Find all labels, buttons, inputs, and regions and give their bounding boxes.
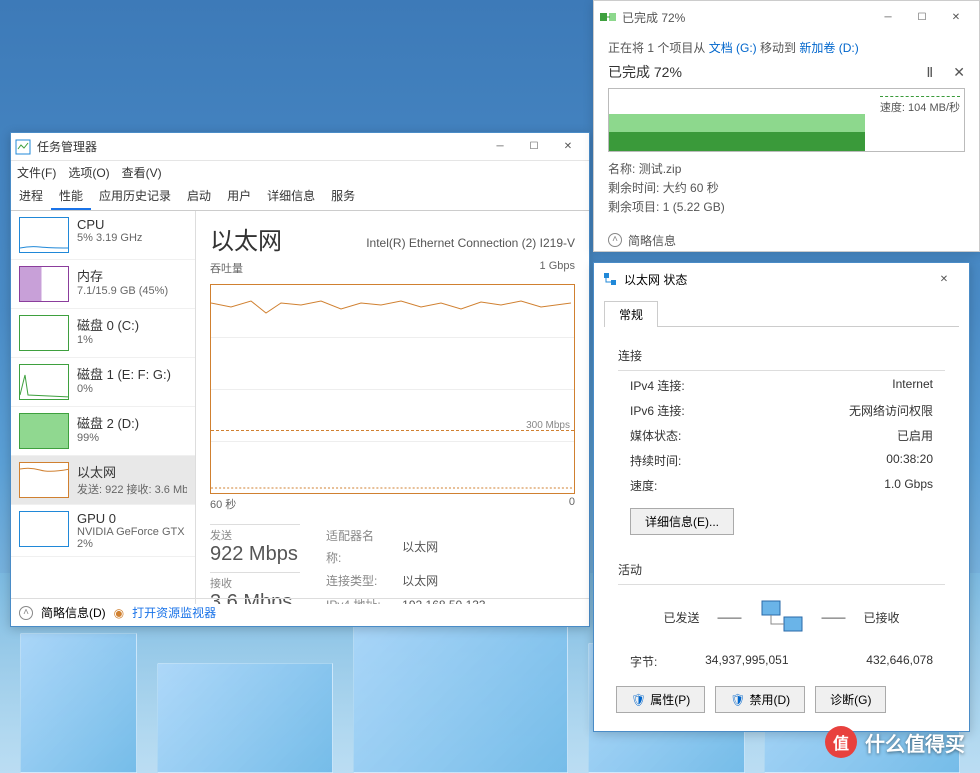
sidebar-item-disk0[interactable]: 磁盘 0 (C:)1%: [11, 309, 195, 358]
performance-main: 以太网 Intel(R) Ethernet Connection (2) I21…: [196, 211, 589, 604]
disk2-thumb: [19, 413, 69, 449]
menu-file[interactable]: 文件(F): [17, 164, 56, 181]
watermark: 值 什么值得买: [825, 726, 965, 758]
tab-performance[interactable]: 性能: [51, 183, 91, 210]
copy-meta: 名称: 测试.zip 剩余时间: 大约 60 秒 剩余项目: 1 (5.22 G…: [594, 152, 979, 226]
disable-button[interactable]: 🛡禁用(D): [715, 686, 805, 713]
brief-info-link[interactable]: 简略信息: [628, 232, 676, 249]
window-title: 已完成 72%: [622, 9, 871, 26]
performance-sidebar: CPU5% 3.19 GHz 内存7.1/15.9 GB (45%) 磁盘 0 …: [11, 211, 196, 604]
sidebar-item-memory[interactable]: 内存7.1/15.9 GB (45%): [11, 260, 195, 309]
window-title: 以太网 状态: [624, 271, 927, 288]
watermark-icon: 值: [825, 726, 857, 758]
send-value: 922 Mbps: [210, 543, 300, 566]
send-line: [211, 295, 571, 315]
tab-bar: 进程 性能 应用历史记录 启动 用户 详细信息 服务: [11, 183, 589, 211]
computers-icon: [760, 599, 804, 635]
ipv4-value: Internet: [892, 377, 933, 394]
ethernet-thumb: [19, 462, 69, 498]
copy-icon: [600, 11, 616, 23]
disk1-thumb: [19, 364, 69, 400]
menubar: 文件(F) 选项(O) 查看(V): [11, 161, 589, 183]
x-left: 60 秒: [210, 496, 236, 512]
shield-icon: 🛡: [730, 693, 745, 707]
tab-processes[interactable]: 进程: [11, 183, 51, 210]
details-button[interactable]: 详细信息(E)...: [630, 508, 734, 535]
shield-icon: 🛡: [631, 693, 646, 707]
sidebar-item-gpu[interactable]: GPU 0NVIDIA GeForce GTX …2%: [11, 505, 195, 557]
mid-label: 300 Mbps: [526, 420, 570, 431]
send-label: 发送: [210, 524, 300, 543]
ipv6-value: 无网络访问权限: [849, 402, 933, 419]
ethernet-chart[interactable]: 300 Mbps: [210, 284, 575, 494]
close-button[interactable]: ✕: [939, 5, 973, 29]
brief-info-link[interactable]: 简略信息(D): [41, 604, 106, 621]
open-resmon-link[interactable]: 打开资源监视器: [132, 604, 216, 621]
tab-bar: 常规: [604, 301, 959, 327]
tab-users[interactable]: 用户: [219, 183, 259, 210]
menu-view[interactable]: 查看(V): [122, 164, 162, 181]
properties-button[interactable]: 🛡属性(P): [616, 686, 705, 713]
tab-details[interactable]: 详细信息: [259, 183, 323, 210]
speed-graph: 速度: 104 MB/秒: [608, 88, 965, 152]
titlebar[interactable]: 以太网 状态 ✕: [594, 263, 969, 295]
diagnose-button[interactable]: 诊断(G): [815, 686, 886, 713]
window-title: 任务管理器: [37, 138, 483, 155]
taskmgr-icon: [15, 139, 31, 155]
cancel-button[interactable]: ✕: [953, 64, 965, 81]
connection-label: 连接: [618, 347, 945, 364]
taskmgr-footer: ˄ 简略信息(D) ◉ 打开资源监视器: [11, 598, 589, 626]
copy-description: 正在将 1 个项目从 文档 (G:) 移动到 新加卷 (D:): [594, 33, 979, 62]
tab-startup[interactable]: 启动: [179, 183, 219, 210]
memory-thumb: [19, 266, 69, 302]
titlebar[interactable]: 任务管理器 ─ ☐ ✕: [11, 133, 589, 161]
dest-link[interactable]: 新加卷 (D:): [799, 41, 858, 55]
cpu-thumb: [19, 217, 69, 253]
sent-label: 已发送: [663, 609, 699, 626]
recv-line: [211, 485, 574, 491]
network-icon: [602, 271, 618, 287]
sidebar-item-disk2[interactable]: 磁盘 2 (D:)99%: [11, 407, 195, 456]
maximize-button[interactable]: ☐: [517, 135, 551, 159]
menu-options[interactable]: 选项(O): [68, 164, 109, 181]
close-button[interactable]: ✕: [927, 267, 961, 291]
speed-value: 1.0 Gbps: [884, 477, 933, 494]
file-copy-window: 已完成 72% ─ ☐ ✕ 正在将 1 个项目从 文档 (G:) 移动到 新加卷…: [593, 0, 980, 252]
tab-apphistory[interactable]: 应用历史记录: [91, 183, 179, 210]
sidebar-item-disk1[interactable]: 磁盘 1 (E: F: G:)0%: [11, 358, 195, 407]
watermark-text: 什么值得买: [865, 728, 965, 757]
close-button[interactable]: ✕: [551, 135, 585, 159]
chevron-up-icon[interactable]: ˄: [19, 606, 33, 620]
throughput-max: 1 Gbps: [540, 260, 575, 276]
throughput-label: 吞吐量: [210, 260, 243, 276]
source-link[interactable]: 文档 (G:): [709, 41, 757, 55]
recv-label: 已接收: [864, 609, 900, 626]
sidebar-item-ethernet[interactable]: 以太网发送: 922 接收: 3.6 Mbps: [11, 456, 195, 505]
task-manager-window: 任务管理器 ─ ☐ ✕ 文件(F) 选项(O) 查看(V) 进程 性能 应用历史…: [10, 132, 590, 627]
titlebar[interactable]: 已完成 72% ─ ☐ ✕: [594, 1, 979, 33]
gpu-thumb: [19, 511, 69, 547]
speed-label: 速度: 104 MB/秒: [880, 96, 960, 115]
progress-text: 已完成 72%: [608, 62, 926, 82]
tab-services[interactable]: 服务: [323, 183, 363, 210]
adapter-properties: 适配器名称:以太网 连接类型:以太网 IPv4 地址:192.168.50.13…: [324, 524, 575, 604]
sidebar-item-cpu[interactable]: CPU5% 3.19 GHz: [11, 211, 195, 260]
sent-bytes: 34,937,995,051: [657, 653, 836, 670]
disk0-thumb: [19, 315, 69, 351]
ethernet-status-window: 以太网 状态 ✕ 常规 连接 IPv4 连接:Internet IPv6 连接:…: [593, 262, 970, 732]
recv-bytes: 432,646,078: [866, 653, 933, 670]
x-right: 0: [569, 496, 575, 512]
pause-button[interactable]: Ⅱ: [926, 64, 933, 81]
media-value: 已启用: [897, 427, 933, 444]
minimize-button[interactable]: ─: [871, 5, 905, 29]
duration-value: 00:38:20: [886, 452, 933, 469]
maximize-button[interactable]: ☐: [905, 5, 939, 29]
adapter-description: Intel(R) Ethernet Connection (2) I219-V: [366, 236, 575, 250]
minimize-button[interactable]: ─: [483, 135, 517, 159]
resmon-icon: ◉: [114, 606, 124, 620]
recv-label: 接收: [210, 572, 300, 591]
activity-label: 活动: [618, 561, 945, 578]
chevron-up-icon[interactable]: ˄: [608, 233, 622, 247]
tab-general[interactable]: 常规: [604, 301, 658, 327]
